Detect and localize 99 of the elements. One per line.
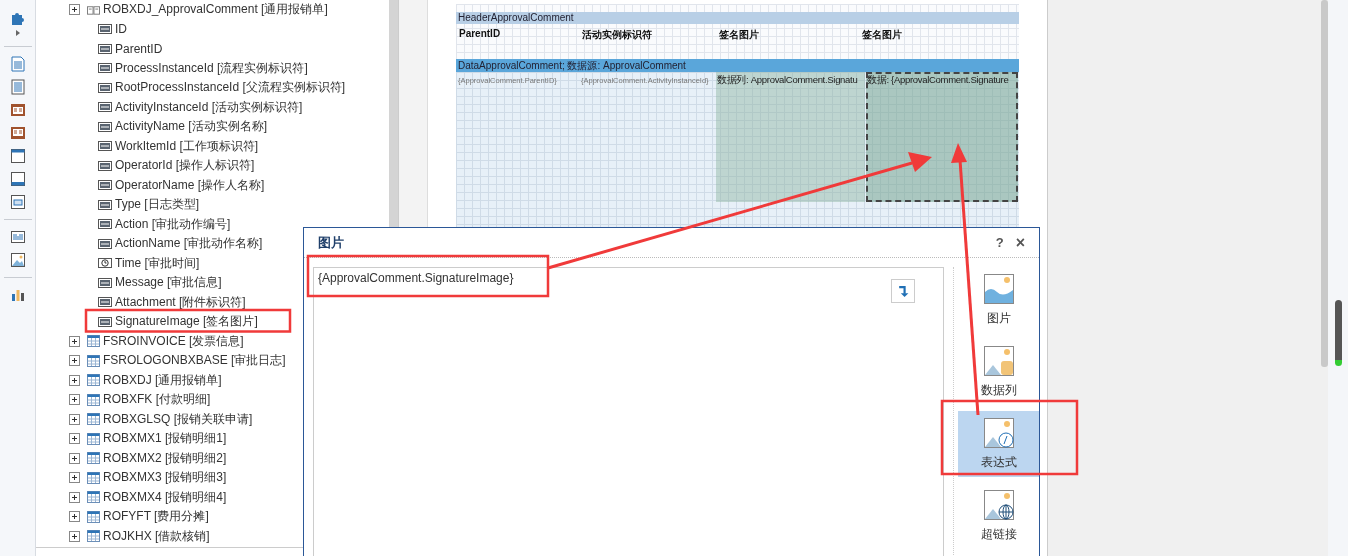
table-icon bbox=[87, 510, 100, 523]
expand-icon[interactable] bbox=[69, 511, 80, 523]
field-icon bbox=[98, 199, 112, 210]
image-field: 数据列: ApprovalComment.Signatu bbox=[716, 72, 865, 202]
tree-item[interactable]: OperatorName [操作人名称] bbox=[115, 176, 265, 194]
image-globe-icon bbox=[983, 489, 1014, 520]
tree-item[interactable]: SignatureImage [签名图片] bbox=[115, 313, 258, 331]
tree-item[interactable]: OperatorId [操作人标识符] bbox=[115, 157, 255, 175]
table-icon bbox=[87, 491, 100, 504]
field-icon bbox=[98, 141, 112, 152]
clock-icon bbox=[98, 258, 112, 269]
tree-item[interactable]: ID bbox=[115, 22, 127, 37]
tree-item[interactable]: ActivityInstanceId [活动实例标识符] bbox=[115, 98, 303, 116]
table-icon bbox=[87, 335, 100, 348]
scrollbar-thumb[interactable] bbox=[1334, 300, 1342, 366]
image-formula-icon bbox=[983, 417, 1014, 448]
image-database-icon bbox=[983, 345, 1014, 376]
expression-text: {ApprovalComment.SignatureImage} bbox=[318, 271, 514, 285]
tree-item[interactable]: ROBXMX3 [报销明细3] bbox=[103, 469, 227, 487]
dialog-title: 图片 bbox=[318, 233, 345, 252]
source-option[interactable]: 表达式 bbox=[958, 411, 1039, 477]
expand-icon[interactable] bbox=[69, 433, 80, 445]
column-header: 活动实例标识符 bbox=[581, 28, 653, 42]
field-icon bbox=[98, 63, 112, 74]
expression-editor[interactable]: {ApprovalComment.SignatureImage} bbox=[313, 267, 944, 556]
tree-item[interactable]: FSROLOGONBXBASE [审批日志] bbox=[103, 352, 286, 370]
column-header: ParentID bbox=[458, 27, 502, 41]
tree-item[interactable]: ROJKHX [借款核销] bbox=[103, 527, 210, 545]
tree-item[interactable]: Attachment [附件标识符] bbox=[115, 293, 246, 311]
panel-icon[interactable] bbox=[9, 171, 26, 187]
field-icon bbox=[98, 297, 112, 308]
tree-item[interactable]: FSROINVOICE [发票信息] bbox=[103, 332, 244, 350]
expand-icon[interactable] bbox=[69, 4, 80, 16]
field-icon bbox=[98, 219, 112, 230]
table-icon bbox=[87, 432, 100, 445]
tree-item[interactable]: ROBXMX1 [报销明细1] bbox=[103, 430, 227, 448]
field-icon bbox=[98, 102, 112, 113]
table-icon bbox=[87, 393, 100, 406]
table-icon bbox=[87, 471, 100, 484]
tree-item[interactable]: ROFYFT [费用分摊] bbox=[103, 508, 209, 526]
tree-item[interactable]: RootProcessInstanceId [父流程实例标识符] bbox=[115, 79, 346, 97]
tree-item[interactable]: Time [审批时间] bbox=[115, 254, 200, 272]
expand-icon[interactable] bbox=[69, 335, 80, 347]
tree-item[interactable]: ROBXDJ_ApprovalComment [通用报销单] bbox=[103, 1, 328, 19]
window-icon[interactable] bbox=[9, 148, 26, 164]
image-icon bbox=[983, 273, 1014, 304]
field-icon bbox=[98, 180, 112, 191]
tree-item[interactable]: Message [审批信息] bbox=[115, 274, 222, 292]
tree-item[interactable]: ROBXGLSQ [报销关联申请] bbox=[103, 410, 253, 428]
table-icon bbox=[87, 452, 100, 465]
tree-item[interactable]: ROBXFK [付款明细] bbox=[103, 391, 211, 409]
insert-button[interactable] bbox=[891, 279, 915, 303]
expand-icon[interactable] bbox=[69, 452, 80, 464]
expand-icon[interactable] bbox=[69, 491, 80, 503]
puzzle-icon[interactable] bbox=[9, 10, 26, 26]
tree-item[interactable]: WorkItemId [工作项标识符] bbox=[115, 137, 259, 155]
scrollbar[interactable] bbox=[1321, 0, 1328, 367]
text-box-icon[interactable] bbox=[9, 229, 26, 245]
tree-item[interactable]: ROBXMX4 [报销明细4] bbox=[103, 488, 227, 506]
tree-item[interactable]: ActivityName [活动实例名称] bbox=[115, 118, 267, 136]
tree-item[interactable]: Type [日志类型] bbox=[115, 196, 200, 214]
expand-icon[interactable] bbox=[69, 472, 80, 484]
band-header: DataApprovalComment; 数据源: ApprovalComment bbox=[456, 59, 1019, 72]
down-arrow-icon bbox=[896, 284, 910, 298]
column-header: 签名图片 bbox=[861, 28, 903, 42]
image-icon[interactable] bbox=[9, 252, 26, 268]
table-icon[interactable] bbox=[9, 194, 26, 210]
expand-icon[interactable] bbox=[69, 374, 80, 386]
tree-item[interactable]: ROBXMX2 [报销明细2] bbox=[103, 449, 227, 467]
field-icon bbox=[98, 121, 112, 132]
field-icon bbox=[98, 43, 112, 54]
tree-item[interactable]: Action [审批动作编号] bbox=[115, 215, 231, 233]
field-icon bbox=[98, 82, 112, 93]
bar-chart-icon[interactable] bbox=[9, 287, 26, 303]
tree-item[interactable]: ProcessInstanceId [流程实例标识符] bbox=[115, 59, 308, 77]
field-icon bbox=[98, 238, 112, 249]
tree-item[interactable]: ActionName [审批动作名称] bbox=[115, 235, 263, 253]
tree-item[interactable]: ROBXDJ [通用报销单] bbox=[103, 371, 222, 389]
table-icon bbox=[87, 374, 100, 387]
field-icon bbox=[98, 277, 112, 288]
table-icon bbox=[87, 530, 100, 543]
table-icon bbox=[87, 413, 100, 426]
expand-icon[interactable] bbox=[69, 355, 80, 367]
column-header: 签名图片 bbox=[718, 28, 760, 42]
help-button[interactable]: ? bbox=[989, 235, 1010, 250]
close-button[interactable]: × bbox=[1009, 233, 1031, 252]
image-field: 数据: {ApprovalComment.Signature bbox=[866, 72, 1018, 202]
field-icon bbox=[98, 24, 112, 35]
linked-table-icon bbox=[87, 3, 100, 16]
expand-icon[interactable] bbox=[69, 413, 80, 425]
field-icon bbox=[98, 316, 112, 327]
tree-item[interactable]: ParentID bbox=[115, 41, 163, 56]
band-header: HeaderApprovalComment bbox=[456, 12, 1019, 24]
document-icon[interactable] bbox=[9, 56, 26, 72]
expand-icon[interactable] bbox=[69, 394, 80, 406]
expand-arrow-icon[interactable] bbox=[14, 29, 21, 37]
expand-icon[interactable] bbox=[69, 530, 80, 542]
table-icon bbox=[87, 354, 100, 367]
field-icon bbox=[98, 160, 112, 171]
